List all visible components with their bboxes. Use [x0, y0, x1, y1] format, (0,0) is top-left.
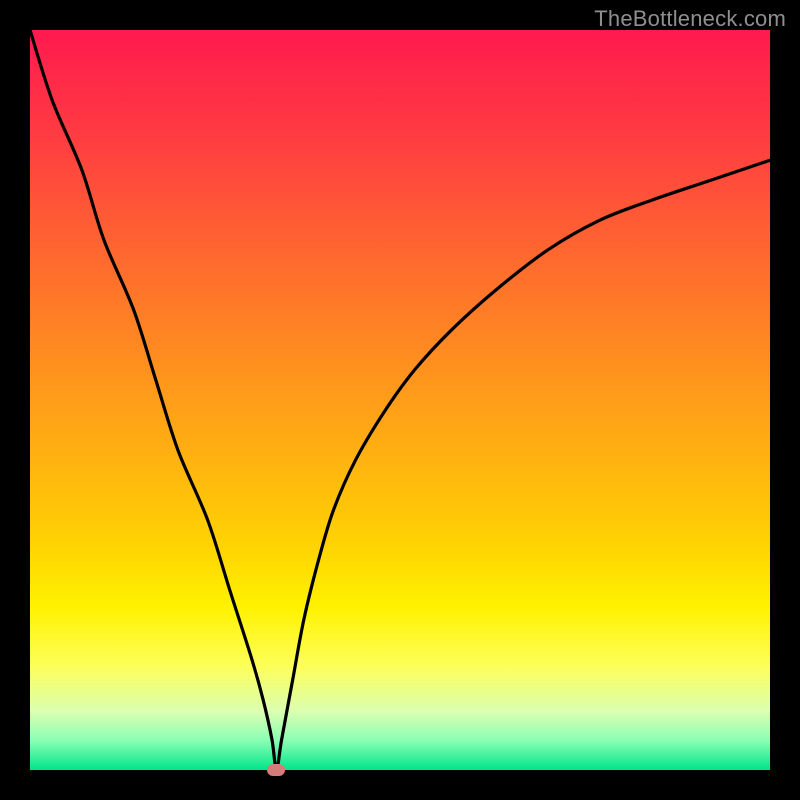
watermark-text: TheBottleneck.com	[594, 6, 786, 32]
minimum-marker	[267, 764, 285, 776]
chart-frame: TheBottleneck.com	[0, 0, 800, 800]
bottleneck-curve	[30, 30, 770, 770]
plot-area	[30, 30, 770, 770]
curve-path	[30, 30, 770, 770]
